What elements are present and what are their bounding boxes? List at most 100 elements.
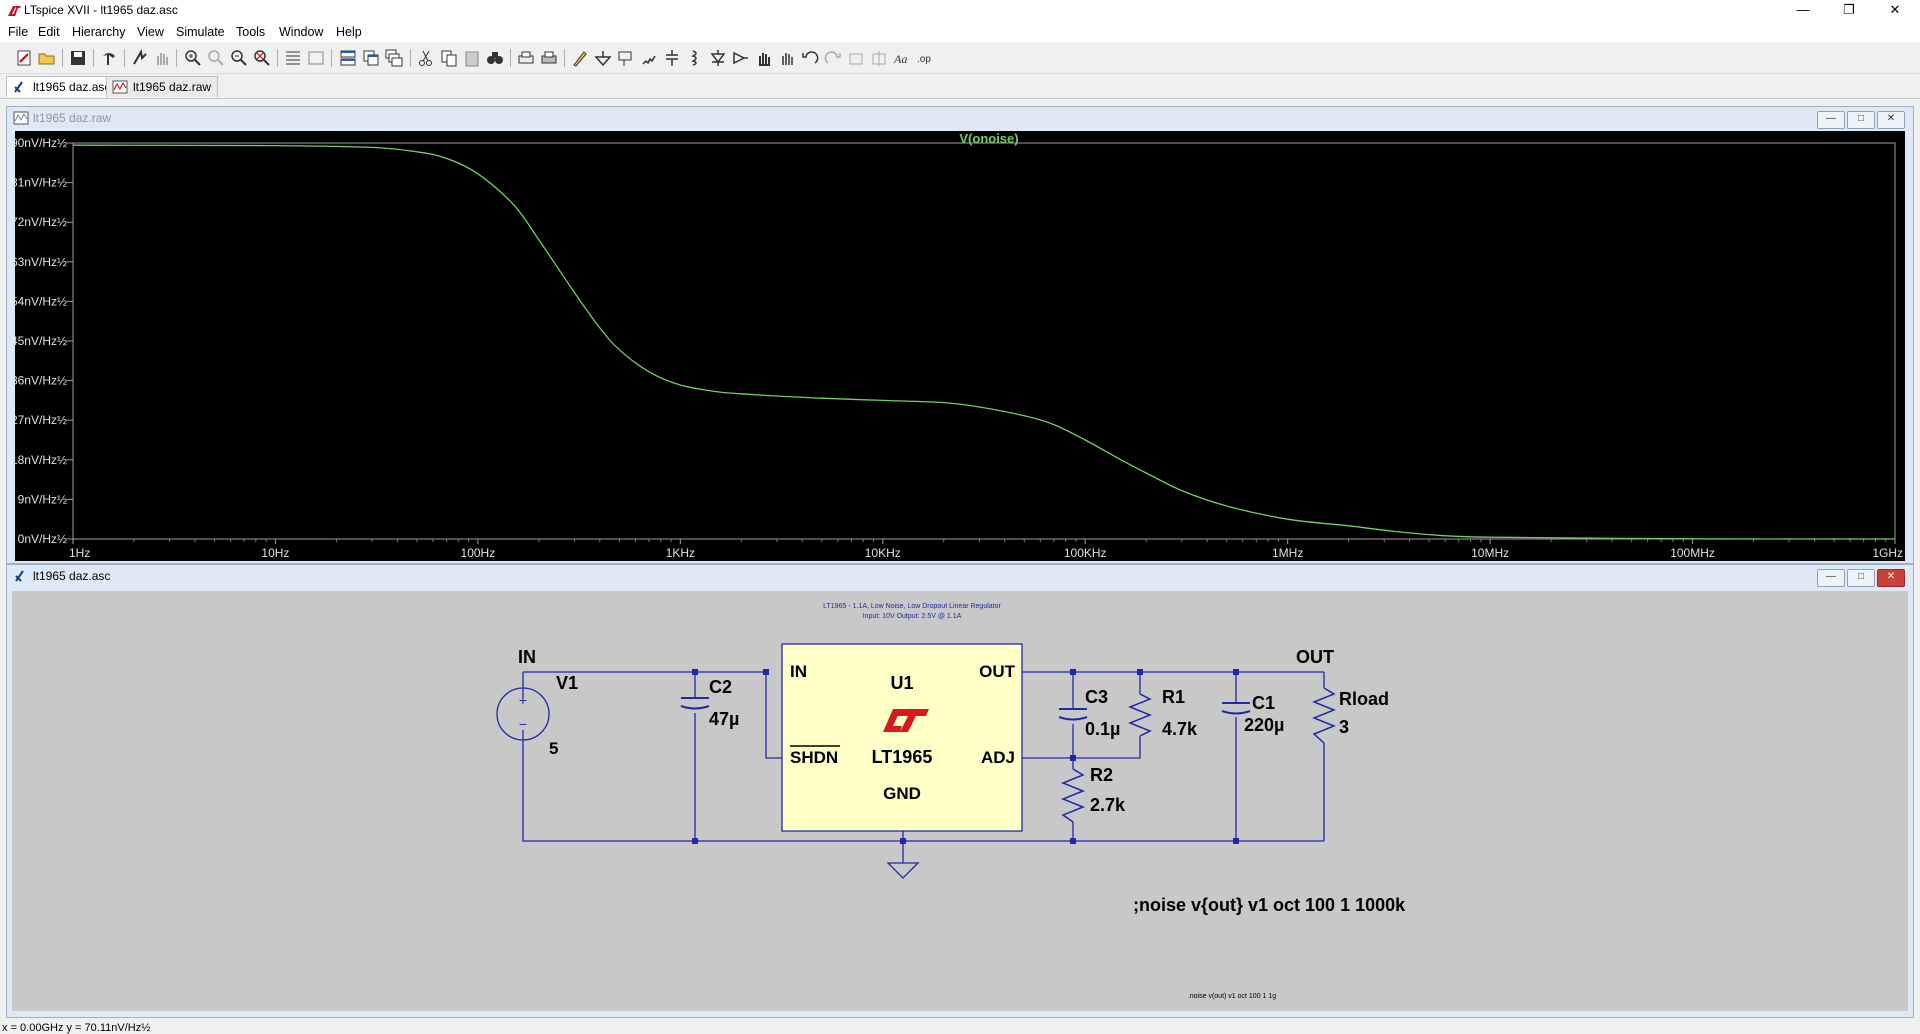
tile-vertical-icon[interactable] bbox=[361, 48, 381, 68]
c1-value[interactable]: 220µ bbox=[1244, 715, 1284, 735]
y-tick-label: 18nV/Hz½ bbox=[15, 453, 67, 467]
resistor-icon[interactable] bbox=[639, 48, 659, 68]
tab-schematic[interactable]: lt1965 daz.asc bbox=[6, 76, 118, 97]
zoom-in-icon[interactable] bbox=[183, 48, 203, 68]
schematic-window-titlebar: lt1965 daz.asc — □ ✕ bbox=[7, 565, 1913, 587]
menu-window[interactable]: Window bbox=[279, 25, 323, 39]
menu-simulate[interactable]: Simulate bbox=[176, 25, 225, 39]
pin-shdn-label: SHDN bbox=[790, 748, 838, 767]
open-folder-icon[interactable] bbox=[37, 48, 57, 68]
r1-value[interactable]: 4.7k bbox=[1162, 719, 1198, 739]
undo-icon[interactable] bbox=[800, 48, 820, 68]
minimize-button[interactable]: — bbox=[1780, 0, 1826, 22]
print-setup-icon[interactable] bbox=[516, 48, 536, 68]
menu-tools[interactable]: Tools bbox=[236, 25, 265, 39]
r2-value[interactable]: 2.7k bbox=[1090, 795, 1126, 815]
drag-hand-icon[interactable] bbox=[777, 48, 797, 68]
zoom-fit-icon[interactable] bbox=[252, 48, 272, 68]
x-tick-label: 10Hz bbox=[261, 546, 289, 560]
v1-value[interactable]: 5 bbox=[549, 739, 558, 758]
new-schematic-icon[interactable] bbox=[14, 48, 34, 68]
rotate-icon[interactable] bbox=[846, 48, 866, 68]
x-tick-label: 1GHz bbox=[1872, 546, 1903, 560]
plot-pane[interactable]: 0nV/Hz½ 9nV/Hz½ 18nV/Hz½ 27nV/Hz½ 36nV/Hz½ 45… bbox=[11, 131, 1905, 561]
schematic-close-button[interactable]: ✕ bbox=[1877, 569, 1905, 587]
label-net-icon[interactable] bbox=[616, 48, 636, 68]
menu-hierarchy[interactable]: Hierarchy bbox=[72, 25, 126, 39]
copy-icon[interactable] bbox=[439, 48, 459, 68]
waveform-close-button[interactable]: ✕ bbox=[1877, 111, 1905, 129]
trace-label[interactable]: V(onoise) bbox=[959, 131, 1018, 146]
cascade-icon[interactable] bbox=[384, 48, 404, 68]
v1-name[interactable]: V1 bbox=[556, 673, 578, 693]
svg-text:+: + bbox=[519, 692, 527, 708]
y-tick-label: 54nV/Hz½ bbox=[15, 294, 67, 308]
c2-value[interactable]: 47µ bbox=[709, 709, 739, 729]
r2-name[interactable]: R2 bbox=[1090, 765, 1113, 785]
mirror-icon[interactable] bbox=[869, 48, 889, 68]
schematic-minimize-button[interactable]: — bbox=[1817, 569, 1845, 587]
text-icon[interactable]: Aa bbox=[892, 48, 912, 68]
menu-edit[interactable]: Edit bbox=[38, 25, 60, 39]
noise-plot[interactable]: 0nV/Hz½ 9nV/Hz½ 18nV/Hz½ 27nV/Hz½ 36nV/Hz½ 45… bbox=[11, 131, 1905, 561]
trace-v-onoise[interactable] bbox=[72, 144, 1896, 540]
menu-help[interactable]: Help bbox=[336, 25, 362, 39]
waveform-maximize-button[interactable]: □ bbox=[1847, 111, 1875, 129]
control-panel-icon[interactable] bbox=[99, 48, 119, 68]
find-icon[interactable] bbox=[485, 48, 505, 68]
waveform-minimize-button[interactable]: — bbox=[1817, 111, 1845, 129]
c3-name[interactable]: C3 bbox=[1085, 687, 1108, 707]
paste-icon[interactable] bbox=[462, 48, 482, 68]
x-tick-label: 1Hz bbox=[69, 546, 90, 560]
svg-text:Aa: Aa bbox=[893, 52, 907, 66]
noise-directive[interactable]: .noise v(out) v1 oct 100 1 1g bbox=[1188, 993, 1276, 1000]
component-icon[interactable] bbox=[731, 48, 751, 68]
schematic-header-title[interactable]: LT1965 - 1.1A, Low Noise, Low Dropout Li… bbox=[823, 603, 1001, 610]
tab-waveform-label: lt1965 daz.raw bbox=[133, 80, 212, 94]
rload-value[interactable]: 3 bbox=[1339, 717, 1349, 737]
halt-hand-icon[interactable] bbox=[152, 48, 172, 68]
noise-directive-comment[interactable]: ;noise v{out} v1 oct 100 1 1000k bbox=[1133, 895, 1406, 915]
print-icon[interactable] bbox=[539, 48, 559, 68]
diode-icon[interactable] bbox=[708, 48, 728, 68]
menu-view[interactable]: View bbox=[137, 25, 164, 39]
tile-horizontal-icon[interactable] bbox=[338, 48, 358, 68]
ground-icon[interactable] bbox=[593, 48, 613, 68]
capacitor-icon[interactable] bbox=[662, 48, 682, 68]
plot-frame bbox=[72, 142, 1896, 540]
run-icon[interactable] bbox=[130, 48, 150, 68]
schematic-icon bbox=[14, 81, 23, 93]
pin-in-label: IN bbox=[790, 662, 807, 681]
pan-icon[interactable] bbox=[206, 48, 226, 68]
tab-waveform[interactable]: lt1965 daz.raw bbox=[106, 76, 219, 97]
svg-text:−: − bbox=[519, 716, 527, 732]
spice-directive-icon[interactable]: .op bbox=[915, 48, 935, 68]
c3-value[interactable]: 0.1µ bbox=[1085, 719, 1120, 739]
net-label-out[interactable]: OUT bbox=[1296, 647, 1334, 667]
cut-icon[interactable] bbox=[416, 48, 436, 68]
redo-icon[interactable] bbox=[823, 48, 843, 68]
schematic-header-specs[interactable]: Input: 10V Output: 2.5V @ 1.1A bbox=[863, 613, 962, 620]
autorange-icon[interactable] bbox=[283, 48, 303, 68]
c2-name[interactable]: C2 bbox=[709, 677, 732, 697]
u1-part-number[interactable]: LT1965 bbox=[872, 747, 933, 767]
schematic-maximize-button[interactable]: □ bbox=[1847, 569, 1875, 587]
net-label-in[interactable]: IN bbox=[518, 647, 536, 667]
zoom-out-icon[interactable] bbox=[229, 48, 249, 68]
c1-name[interactable]: C1 bbox=[1252, 693, 1275, 713]
draw-wire-icon[interactable] bbox=[570, 48, 590, 68]
x-tick-label: 100MHz bbox=[1670, 546, 1715, 560]
menu-file[interactable]: File bbox=[8, 25, 28, 39]
restore-button[interactable]: ❐ bbox=[1826, 0, 1872, 22]
grid-icon[interactable] bbox=[306, 48, 326, 68]
rload-name[interactable]: Rload bbox=[1339, 689, 1389, 709]
schematic-canvas[interactable]: LT1965 - 1.1A, Low Noise, Low Dropout Li… bbox=[12, 591, 1908, 1011]
status-bar: x = 0.00GHz y = 70.11nV/Hz½ bbox=[0, 1022, 1920, 1034]
u1-name[interactable]: U1 bbox=[890, 673, 913, 693]
r1-name[interactable]: R1 bbox=[1162, 687, 1185, 707]
save-icon[interactable] bbox=[68, 48, 88, 68]
inductor-icon[interactable] bbox=[685, 48, 705, 68]
y-tick-label: 81nV/Hz½ bbox=[15, 176, 67, 190]
close-button[interactable]: ✕ bbox=[1872, 0, 1918, 22]
move-hand-icon[interactable] bbox=[754, 48, 774, 68]
